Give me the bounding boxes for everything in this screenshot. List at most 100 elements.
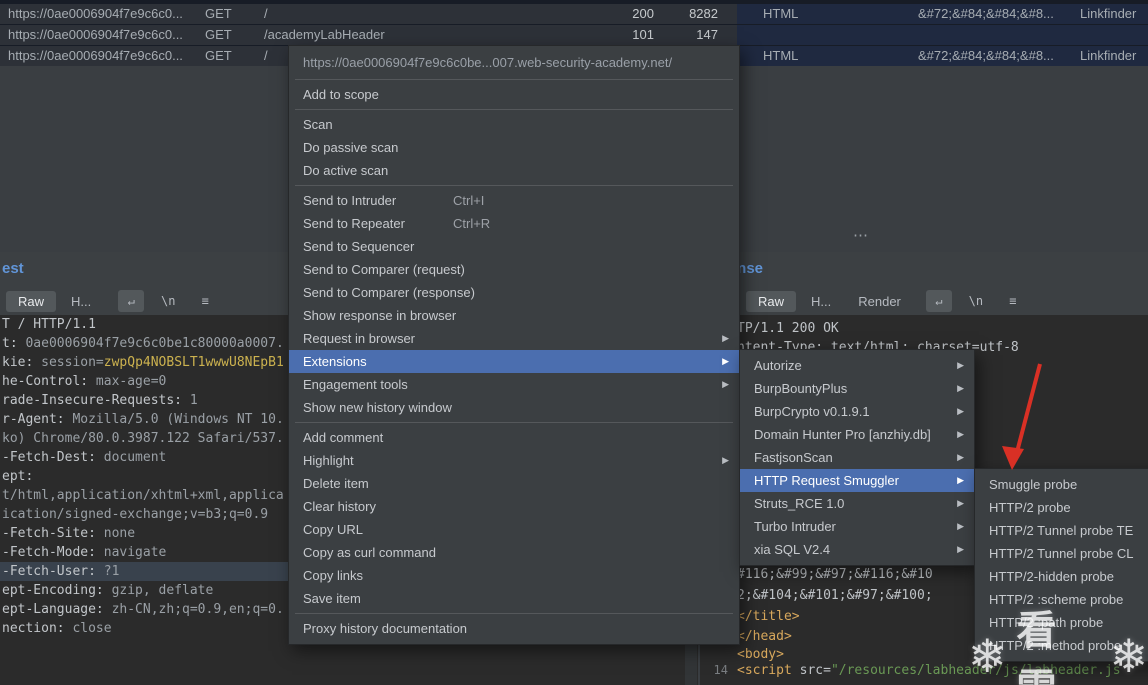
- menu-item[interactable]: Do passive scan: [289, 136, 739, 159]
- menu-item[interactable]: Turbo Intruder ▶: [740, 515, 974, 538]
- smuggler-submenu: Smuggle probe HTTP/2 probe HTTP/2 Tunnel p…: [974, 468, 1148, 662]
- tab-render[interactable]: Render: [846, 291, 913, 312]
- cell-mime: HTML: [763, 48, 799, 63]
- menu-item[interactable]: Request in browser ▶: [289, 327, 739, 350]
- newline-icon[interactable]: \n: [155, 290, 181, 312]
- menu-item[interactable]: HTTP/2 :method probe: [975, 634, 1148, 657]
- newline-icon[interactable]: \n: [963, 290, 989, 312]
- menu-item[interactable]: Add to scope: [289, 83, 739, 106]
- menu-item[interactable]: Autorize ▶: [740, 354, 974, 377]
- menu-item[interactable]: Send to Sequencer: [289, 235, 739, 258]
- context-menu-url-title: https://0ae0006904f7e9c6c0be...007.web-s…: [303, 55, 673, 70]
- tab-headers[interactable]: H...: [59, 291, 103, 312]
- menu-item-label: Do active scan: [303, 163, 389, 178]
- response-line[interactable]: </head>: [737, 629, 792, 644]
- menu-item[interactable]: BurpBountyPlus ▶: [740, 377, 974, 400]
- menu-icon[interactable]: ≡: [192, 290, 218, 312]
- submenu-arrow-icon: ▶: [722, 455, 729, 465]
- submenu-arrow-icon: ▶: [722, 356, 729, 366]
- menu-item[interactable]: Delete item: [289, 472, 739, 495]
- cell-status: 101: [632, 27, 654, 42]
- text-segment: r-Agent:: [2, 412, 73, 427]
- text-segment: Mozilla/5.0 (Windows NT 10.: [72, 412, 284, 427]
- menu-item[interactable]: xia SQL V2.4 ▶: [740, 538, 974, 561]
- cell-title: [918, 25, 1070, 45]
- menu-item-label: Save item: [303, 591, 361, 606]
- menu-item-label: Send to Sequencer: [303, 239, 415, 254]
- menu-item[interactable]: HTTP/2 :scheme probe: [975, 588, 1148, 611]
- menu-item[interactable]: Proxy history documentation: [289, 617, 739, 640]
- menu-item[interactable]: Copy as curl command: [289, 541, 739, 564]
- text-segment: max-age=0: [95, 374, 167, 389]
- response-line[interactable]: TP/1.1 200 OK: [737, 321, 839, 336]
- menu-separator: [295, 422, 733, 423]
- text-segment: zh-CN,zh;q=0.9,en;q=0.: [111, 602, 284, 617]
- menu-item[interactable]: BurpCrypto v0.1.9.1 ▶: [740, 400, 974, 423]
- menu-item[interactable]: Clear history: [289, 495, 739, 518]
- menu-item[interactable]: Struts_RCE 1.0 ▶: [740, 492, 974, 515]
- tab-raw[interactable]: Raw: [6, 290, 57, 312]
- wrap-lines-icon[interactable]: ↵: [118, 290, 145, 312]
- text-segment: T / HTTP/1.1: [2, 317, 96, 332]
- menu-item[interactable]: Smuggle probe: [975, 473, 1148, 496]
- menu-separator: [295, 613, 733, 614]
- menu-item[interactable]: HTTP Request Smuggler ▶: [740, 469, 974, 492]
- cell-status: 200: [632, 6, 654, 21]
- text-segment: -Fetch-Mode:: [2, 545, 104, 560]
- cell-url: https://0ae0006904f7e9c6c0...: [8, 27, 183, 42]
- cell-mime: [763, 25, 853, 45]
- text-segment: rade-Insecure-Requests:: [2, 393, 190, 408]
- menu-item[interactable]: Send to Comparer (response): [289, 281, 739, 304]
- menu-item-label: HTTP/2 :scheme probe: [989, 592, 1124, 607]
- menu-item-label: Request in browser: [303, 331, 415, 346]
- menu-item[interactable]: Add comment: [289, 426, 739, 449]
- text-segment: -Fetch-User:: [2, 564, 104, 579]
- menu-item[interactable]: Engagement tools ▶: [289, 373, 739, 396]
- menu-item-label: Clear history: [303, 499, 376, 514]
- menu-item[interactable]: Highlight ▶: [289, 449, 739, 472]
- wrap-lines-icon[interactable]: ↵: [925, 290, 952, 312]
- menu-item[interactable]: HTTP/2 Tunnel probe TE: [975, 519, 1148, 542]
- menu-item[interactable]: Do active scan: [289, 159, 739, 182]
- submenu-arrow-icon: ▶: [957, 498, 964, 508]
- burp-proxy-history-screen: https://0ae0006904f7e9c6c0... GET / 200 8282…: [0, 0, 1148, 685]
- table-row[interactable]: https://0ae0006904f7e9c6c0... GET / 200 8282…: [0, 4, 1148, 24]
- text-segment: src=: [791, 663, 831, 678]
- text-segment: he-Control:: [2, 374, 96, 389]
- text-segment: navigate: [103, 545, 167, 560]
- menu-item[interactable]: Show response in browser: [289, 304, 739, 327]
- table-row[interactable]: https://0ae0006904f7e9c6c0... GET/academy…: [0, 25, 1148, 45]
- menu-item[interactable]: HTTP/2 :path probe: [975, 611, 1148, 634]
- menu-icon[interactable]: ≡: [1000, 290, 1026, 312]
- menu-item[interactable]: Send to Intruder Ctrl+I: [289, 189, 739, 212]
- menu-item[interactable]: Show new history window: [289, 396, 739, 419]
- text-segment: none: [103, 526, 136, 541]
- menu-item[interactable]: Send to Comparer (request): [289, 258, 739, 281]
- menu-item[interactable]: HTTP/2-hidden probe: [975, 565, 1148, 588]
- response-line[interactable]: <script src="/resources/labheader/js/lab…: [737, 663, 1121, 678]
- cell-extension: [1080, 25, 1144, 45]
- menu-item[interactable]: Extensions ▶: [289, 350, 739, 373]
- menu-item-label: HTTP/2 probe: [989, 500, 1071, 515]
- response-line[interactable]: </title>: [737, 609, 800, 624]
- menu-item[interactable]: HTTP/2 Tunnel probe CL: [975, 542, 1148, 565]
- response-line[interactable]: #116;&#99;&#97;&#116;&#10: [737, 567, 933, 582]
- menu-item-label: HTTP/2 :method probe: [989, 638, 1122, 653]
- tab-raw[interactable]: Raw: [746, 290, 797, 312]
- splitter-handle[interactable]: ⋯: [853, 226, 870, 244]
- menu-separator: [295, 185, 733, 186]
- tab-headers[interactable]: H...: [799, 291, 843, 312]
- text-segment: t/html,application/xhtml+xml,applica: [2, 488, 284, 503]
- menu-item[interactable]: Save item: [289, 587, 739, 610]
- response-line[interactable]: 2;&#104;&#101;&#97;&#100;: [737, 588, 933, 603]
- menu-item[interactable]: Domain Hunter Pro [anzhiy.db] ▶: [740, 423, 974, 446]
- menu-item[interactable]: Copy links: [289, 564, 739, 587]
- request-panel-title: est: [2, 260, 24, 277]
- menu-item[interactable]: Scan: [289, 113, 739, 136]
- menu-item[interactable]: Copy URL: [289, 518, 739, 541]
- menu-item[interactable]: FastjsonScan ▶: [740, 446, 974, 469]
- menu-item[interactable]: HTTP/2 probe: [975, 496, 1148, 519]
- menu-item[interactable]: Send to Repeater Ctrl+R: [289, 212, 739, 235]
- response-line[interactable]: <body>: [737, 647, 784, 662]
- text-segment: </title>: [737, 609, 800, 624]
